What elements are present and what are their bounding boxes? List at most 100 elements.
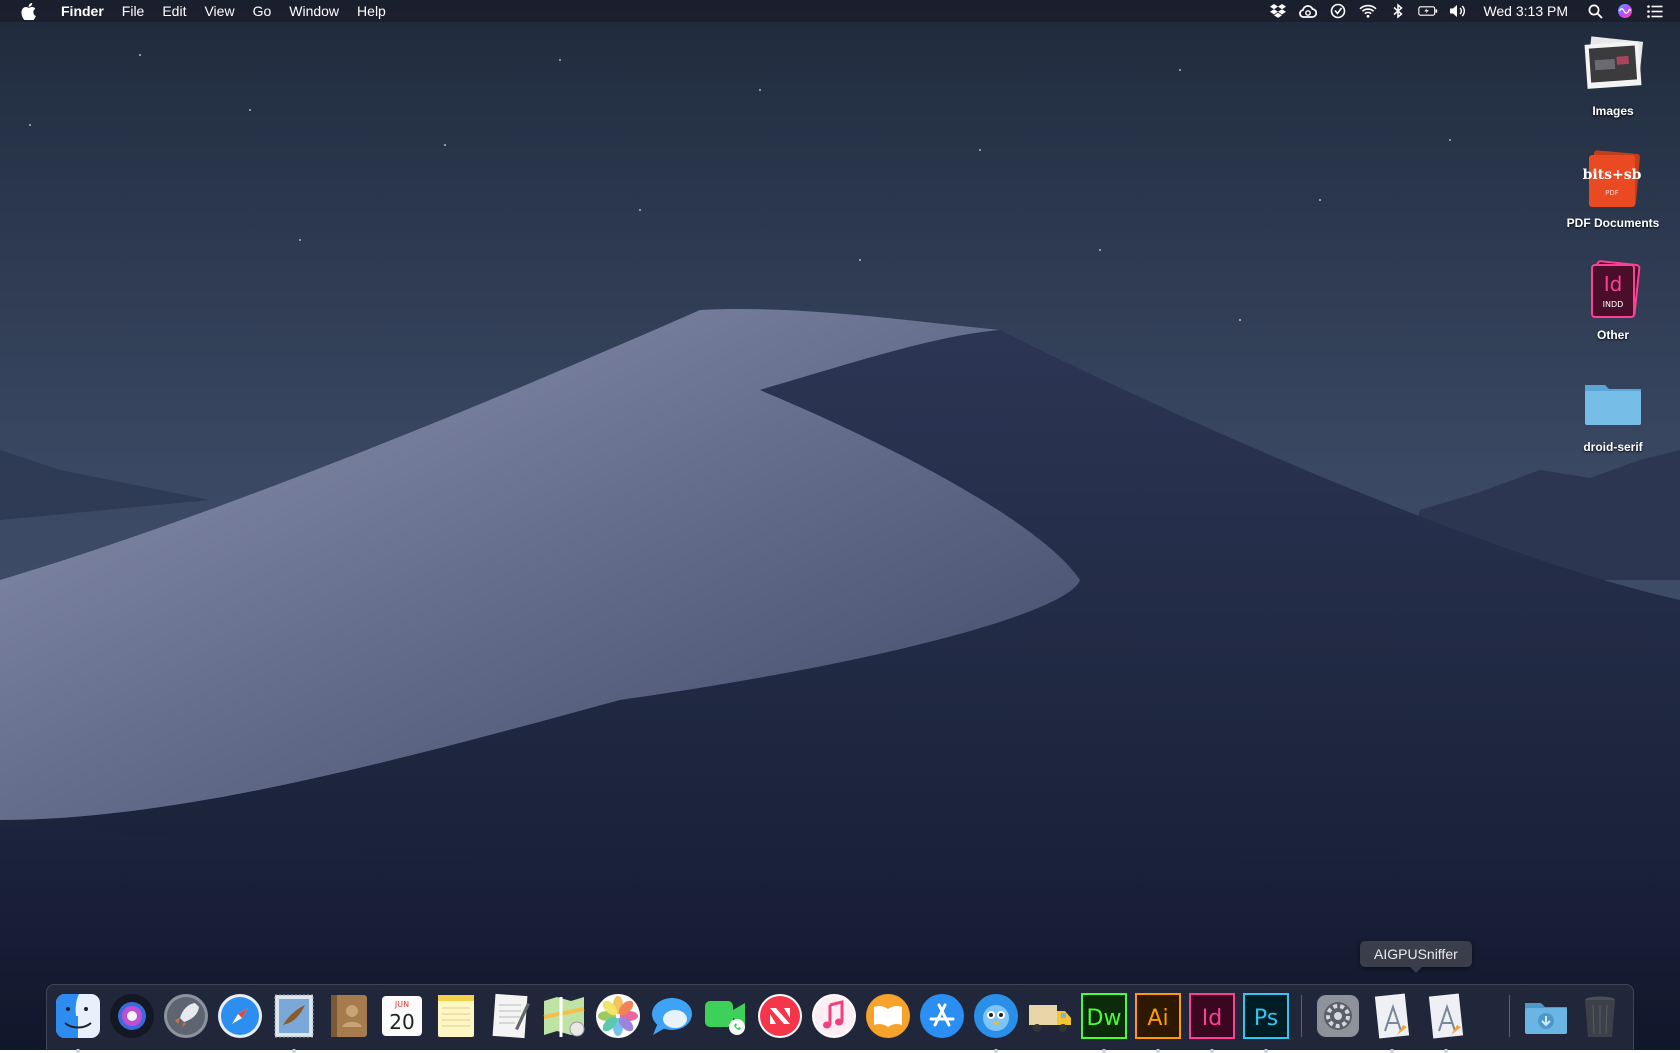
dock-trash[interactable] bbox=[1575, 991, 1625, 1041]
dock-itunes[interactable] bbox=[809, 991, 859, 1041]
desktop-item-images[interactable]: Images bbox=[1553, 32, 1673, 118]
calendar-month: JUN bbox=[394, 1000, 409, 1009]
tweetbot-bird-icon bbox=[974, 994, 1018, 1038]
indd-sub-text: INDD bbox=[1603, 300, 1624, 309]
app-store-icon bbox=[920, 994, 964, 1038]
dock-app-store[interactable] bbox=[917, 991, 967, 1041]
compass-icon bbox=[218, 994, 262, 1038]
photos-flower-icon bbox=[596, 994, 640, 1038]
dock-maps[interactable] bbox=[539, 991, 589, 1041]
calendar-icon: JUN20 bbox=[382, 996, 422, 1036]
map-icon bbox=[543, 997, 585, 1037]
dock-contacts[interactable] bbox=[323, 991, 373, 1041]
dock-tooltip: AIGPUSniffer bbox=[1360, 941, 1472, 973]
dock-books[interactable] bbox=[863, 991, 913, 1041]
ai-text: Ai bbox=[1147, 1006, 1168, 1031]
menu-view[interactable]: View bbox=[195, 0, 243, 22]
indesign-document-icon: Id INDD bbox=[1578, 256, 1648, 326]
menu-go[interactable]: Go bbox=[244, 0, 281, 22]
desktop-item-label: Images bbox=[1592, 104, 1634, 118]
spotlight-search-icon[interactable] bbox=[1585, 3, 1605, 19]
desktop-item-pdf-documents[interactable]: bits+sb PDF PDF Documents bbox=[1553, 144, 1673, 230]
finder-icon bbox=[56, 994, 100, 1038]
dock-dreamweaver[interactable]: Dw bbox=[1079, 991, 1129, 1053]
music-note-icon bbox=[812, 994, 856, 1038]
dock-siri[interactable] bbox=[107, 991, 157, 1041]
dock-separator bbox=[1509, 995, 1510, 1037]
wifi-icon[interactable] bbox=[1358, 3, 1378, 19]
pdf-sub-text: PDF bbox=[1605, 189, 1619, 197]
menu-window[interactable]: Window bbox=[280, 0, 348, 22]
creative-cloud-icon[interactable] bbox=[1298, 3, 1318, 19]
battery-charging-icon[interactable] bbox=[1418, 3, 1438, 19]
dock-news[interactable] bbox=[755, 991, 805, 1041]
image-stack-icon bbox=[1578, 32, 1648, 102]
messages-bubble-icon bbox=[652, 998, 692, 1035]
desktop-item-other[interactable]: Id INDD Other bbox=[1553, 256, 1673, 342]
dock-safari[interactable] bbox=[215, 991, 265, 1041]
dock-photoshop[interactable]: Ps bbox=[1241, 991, 1291, 1053]
id-text: Id bbox=[1202, 1006, 1222, 1031]
desktop-item-label: Other bbox=[1596, 328, 1629, 342]
pdf-stack-icon: bits+sb PDF bbox=[1578, 144, 1648, 214]
dreamweaver-icon: Dw bbox=[1081, 993, 1127, 1039]
dock-launchpad[interactable] bbox=[161, 991, 211, 1041]
desktop-item-label: droid-serif bbox=[1583, 440, 1643, 454]
dock-xcode-document[interactable] bbox=[1421, 991, 1471, 1053]
transmit-truck-icon bbox=[1029, 1005, 1071, 1032]
facetime-camera-icon bbox=[705, 1001, 745, 1035]
dock-tweetbot[interactable] bbox=[971, 991, 1021, 1053]
indd-badge-text: Id bbox=[1604, 272, 1623, 296]
photoshop-icon: Ps bbox=[1243, 993, 1289, 1039]
desktop-item-label: PDF Documents bbox=[1566, 216, 1660, 230]
menu-edit[interactable]: Edit bbox=[153, 0, 195, 22]
mail-stamp-icon bbox=[274, 994, 314, 1038]
notes-pad-icon bbox=[438, 995, 474, 1037]
application-document-icon bbox=[1428, 993, 1464, 1039]
rocket-icon bbox=[164, 994, 208, 1038]
illustrator-icon: Ai bbox=[1135, 993, 1181, 1039]
menu-help[interactable]: Help bbox=[348, 0, 395, 22]
dw-text: Dw bbox=[1087, 1006, 1122, 1031]
menubar-clock[interactable]: Wed 3:13 PM bbox=[1483, 3, 1568, 19]
contacts-book-icon bbox=[331, 995, 367, 1037]
folder-icon bbox=[1578, 368, 1648, 438]
dock-separator bbox=[1301, 995, 1302, 1037]
notification-center-icon[interactable] bbox=[1645, 3, 1665, 19]
dock-textedit[interactable] bbox=[485, 991, 535, 1041]
trash-can-icon bbox=[1585, 996, 1615, 1037]
siri-icon bbox=[110, 994, 154, 1038]
pdf-badge-text: bits+sb bbox=[1583, 167, 1642, 183]
dock-downloads[interactable] bbox=[1521, 991, 1571, 1041]
textedit-page-icon bbox=[492, 993, 530, 1039]
dock-facetime[interactable] bbox=[701, 991, 751, 1041]
dock-messages[interactable] bbox=[647, 991, 697, 1041]
volume-icon[interactable] bbox=[1448, 3, 1468, 19]
menu-file[interactable]: File bbox=[113, 0, 154, 22]
dock-aigpusniffer[interactable] bbox=[1367, 991, 1417, 1053]
menu-app-finder[interactable]: Finder bbox=[52, 0, 113, 22]
news-icon bbox=[758, 994, 802, 1038]
apple-logo-icon[interactable] bbox=[18, 0, 38, 22]
ps-text: Ps bbox=[1254, 1006, 1278, 1031]
dock: JUN 20 Dw Ai Id Ps bbox=[46, 984, 1634, 1053]
dock-finder[interactable] bbox=[53, 991, 103, 1053]
timing-icon[interactable] bbox=[1328, 3, 1348, 19]
dock-transmit[interactable] bbox=[1025, 991, 1075, 1041]
dock-mail[interactable] bbox=[269, 991, 319, 1053]
bluetooth-icon[interactable] bbox=[1388, 3, 1408, 19]
siri-icon[interactable] bbox=[1615, 3, 1635, 19]
dock-photos[interactable] bbox=[593, 991, 643, 1041]
dock-system-preferences[interactable] bbox=[1313, 991, 1363, 1041]
dock-illustrator[interactable]: Ai bbox=[1133, 991, 1183, 1053]
dropbox-icon[interactable] bbox=[1268, 3, 1288, 19]
desktop-item-droid-serif[interactable]: droid-serif bbox=[1553, 368, 1673, 454]
gear-icon bbox=[1317, 995, 1359, 1037]
status-menus: Wed 3:13 PM bbox=[1263, 0, 1670, 22]
menu-bar: Finder File Edit View Go Window Help Wed… bbox=[0, 0, 1680, 22]
calendar-day: 20 bbox=[389, 1010, 414, 1034]
downloads-folder-icon bbox=[1525, 1003, 1567, 1034]
dock-notes[interactable] bbox=[431, 991, 481, 1041]
dock-calendar[interactable]: JUN 20 bbox=[377, 991, 427, 1041]
dock-indesign[interactable]: Id bbox=[1187, 991, 1237, 1053]
